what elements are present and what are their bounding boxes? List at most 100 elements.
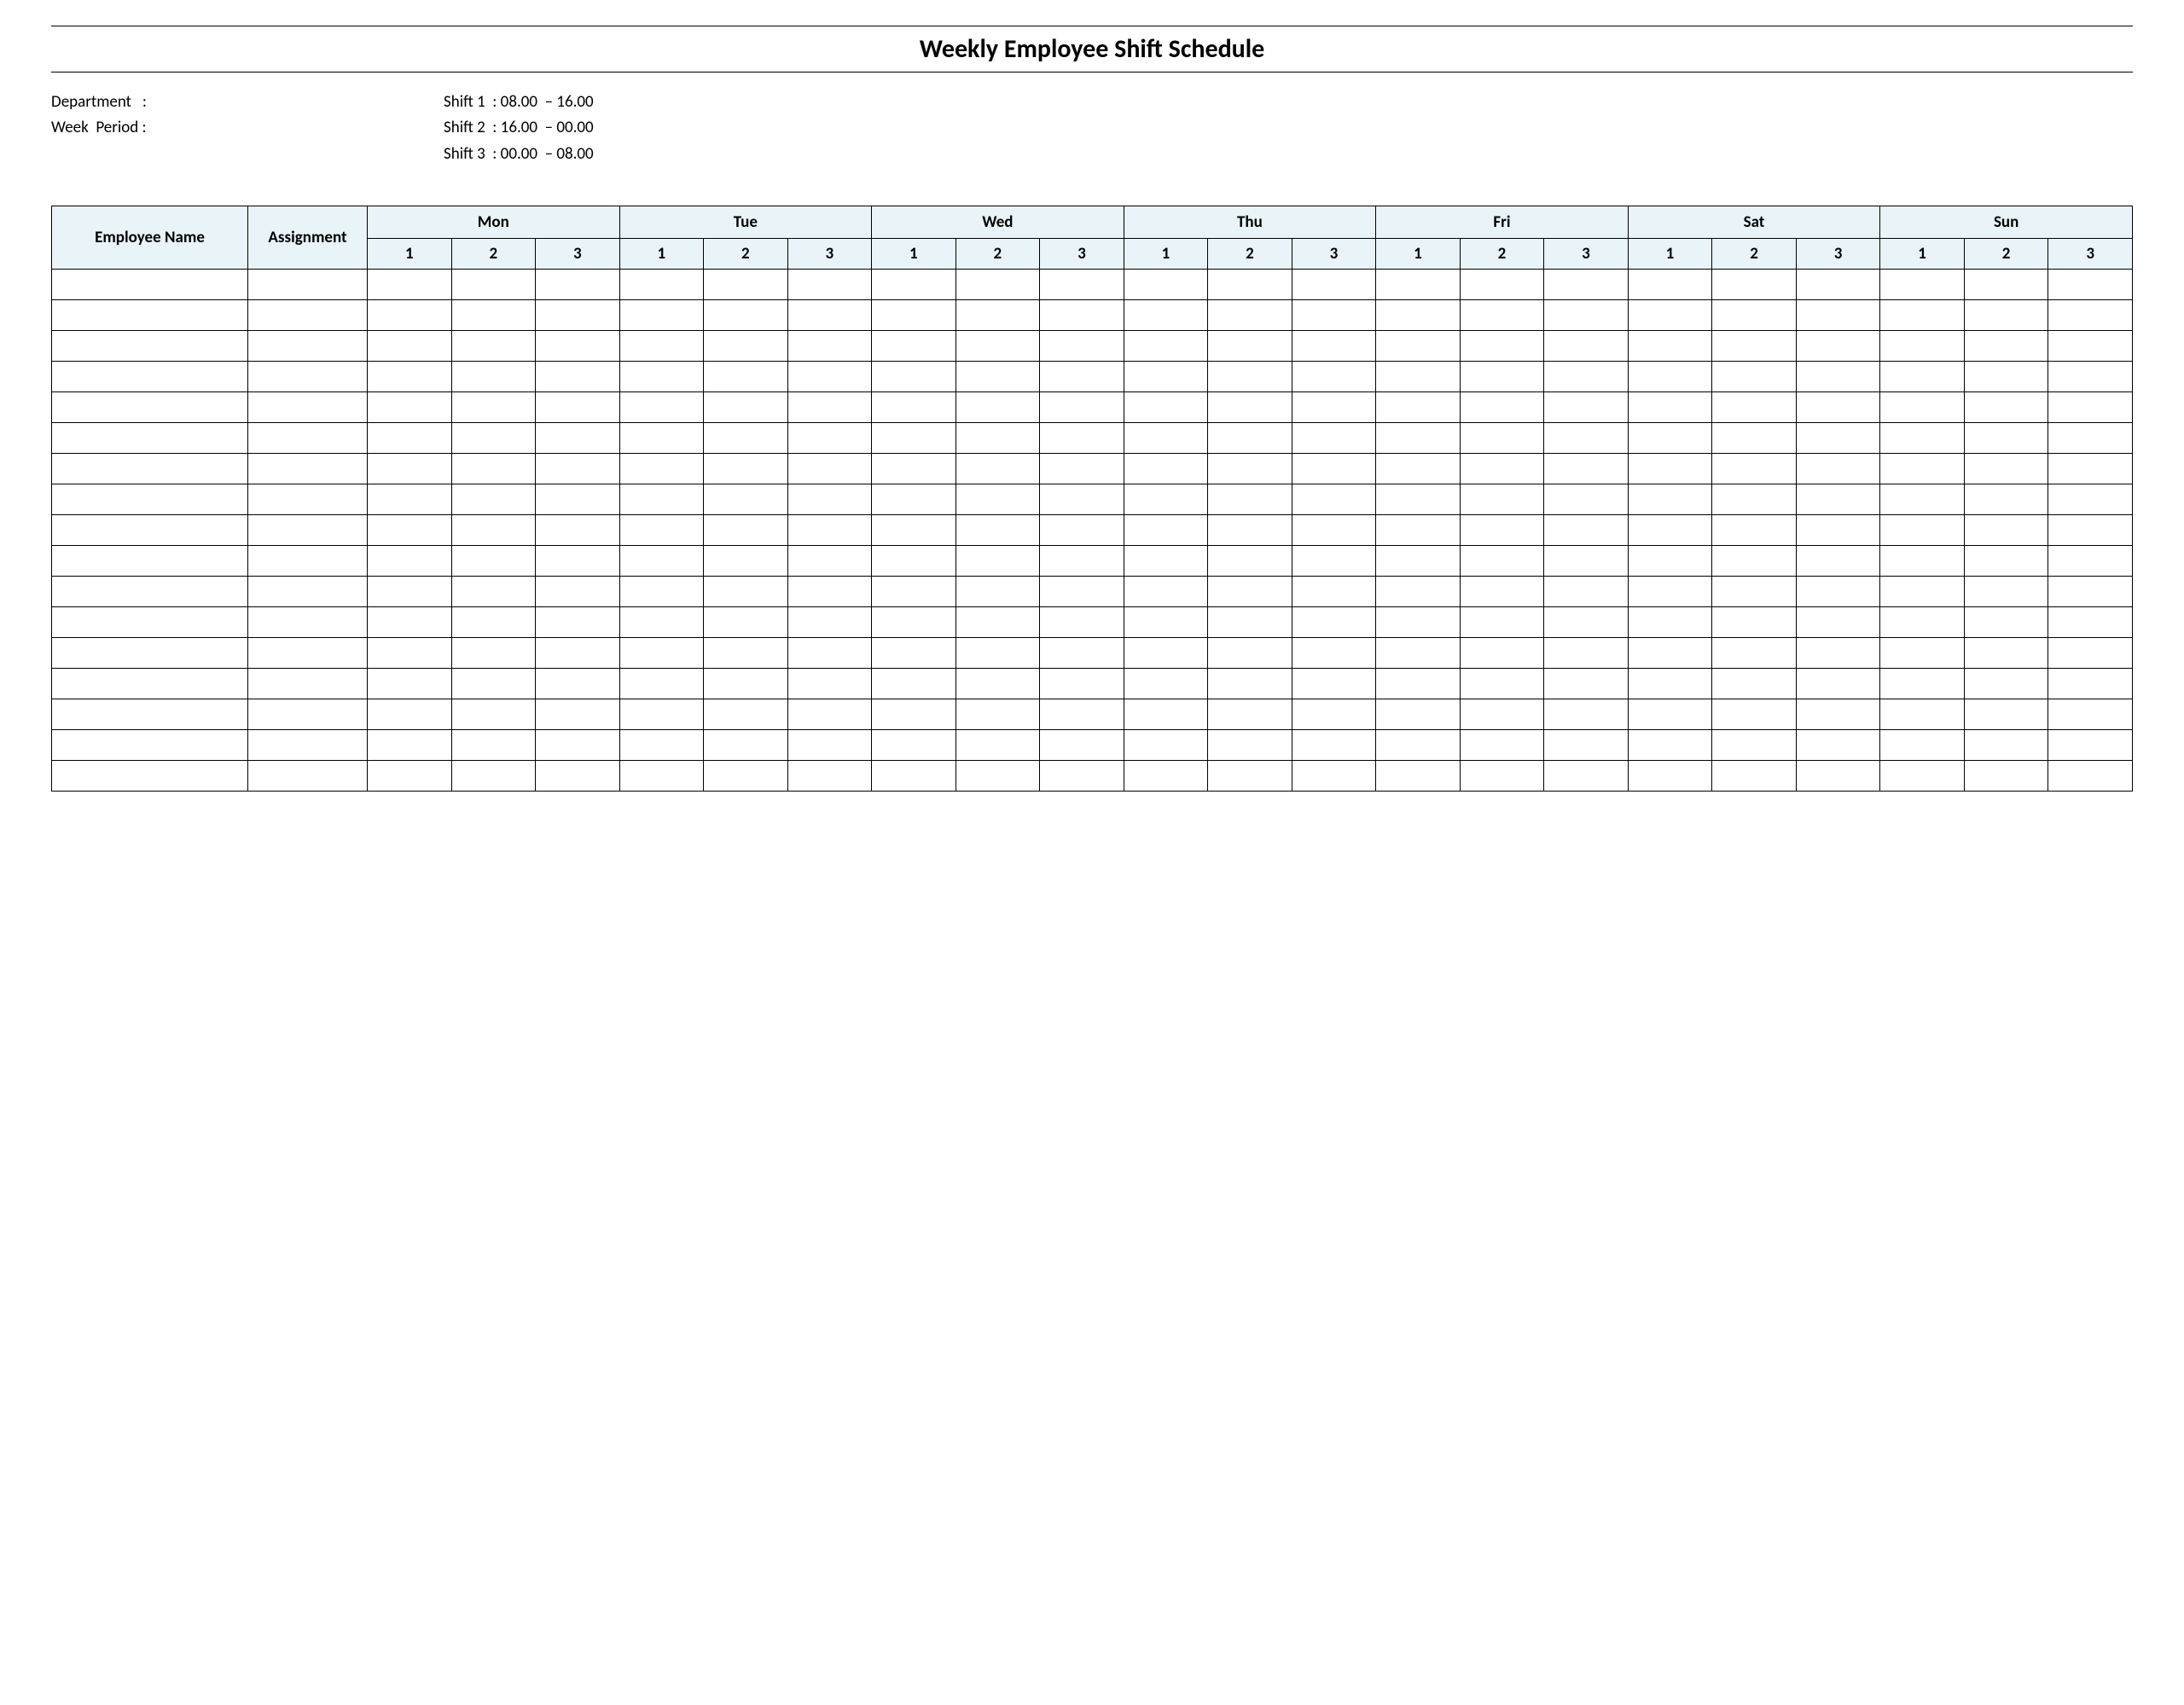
header-shift-number: 1	[1880, 239, 1965, 270]
header-day-sun: Sun	[1880, 206, 2133, 239]
table-cell	[619, 577, 704, 607]
table-cell	[1796, 730, 1880, 761]
table-cell	[1712, 669, 1797, 699]
table-cell	[368, 423, 452, 454]
table-cell	[1544, 730, 1629, 761]
table-cell	[956, 699, 1040, 730]
table-cell	[1544, 300, 1629, 331]
table-cell	[451, 300, 536, 331]
header-shift-number: 2	[1460, 239, 1544, 270]
table-cell	[1544, 331, 1629, 362]
table-cell	[1208, 638, 1292, 669]
table-cell	[1628, 423, 1712, 454]
header-shift-number: 3	[787, 239, 872, 270]
table-cell	[1376, 638, 1461, 669]
header-shift-number: 3	[536, 239, 620, 270]
table-cell	[451, 638, 536, 669]
table-cell	[248, 546, 368, 577]
table-cell	[1880, 730, 1965, 761]
table-cell	[2048, 607, 2133, 638]
table-cell	[368, 577, 452, 607]
table-cell	[872, 761, 956, 792]
table-cell	[1040, 730, 1124, 761]
table-cell	[1040, 392, 1124, 423]
table-cell	[368, 699, 452, 730]
table-cell	[1124, 577, 1208, 607]
table-cell	[536, 577, 620, 607]
table-cell	[1712, 699, 1797, 730]
table-cell	[1376, 392, 1461, 423]
table-cell	[368, 484, 452, 515]
table-cell	[619, 607, 704, 638]
table-cell	[1796, 607, 1880, 638]
table-cell	[1712, 270, 1797, 300]
table-row	[52, 454, 2133, 484]
table-cell	[536, 423, 620, 454]
table-cell	[451, 546, 536, 577]
table-cell	[1292, 362, 1376, 392]
table-cell	[787, 423, 872, 454]
table-cell	[1292, 331, 1376, 362]
table-cell	[2048, 577, 2133, 607]
table-cell	[1712, 300, 1797, 331]
table-cell	[248, 577, 368, 607]
table-cell	[1040, 484, 1124, 515]
table-cell	[1544, 546, 1629, 577]
table-cell	[619, 546, 704, 577]
table-cell	[1712, 730, 1797, 761]
table-cell	[1460, 454, 1544, 484]
table-cell	[368, 300, 452, 331]
table-row	[52, 577, 2133, 607]
header-shift-number: 3	[1544, 239, 1629, 270]
table-cell	[1544, 454, 1629, 484]
table-cell	[1124, 638, 1208, 669]
table-cell	[1376, 699, 1461, 730]
table-cell	[1460, 761, 1544, 792]
table-cell	[1208, 331, 1292, 362]
week-period-row: Week Period :	[51, 115, 444, 141]
table-row	[52, 761, 2133, 792]
table-cell	[1628, 669, 1712, 699]
table-cell	[451, 699, 536, 730]
table-cell	[2048, 484, 2133, 515]
table-cell	[248, 730, 368, 761]
table-cell	[787, 362, 872, 392]
table-cell	[1796, 546, 1880, 577]
table-cell	[1376, 546, 1461, 577]
table-cell	[872, 607, 956, 638]
info-left-column: Department : Week Period :	[51, 90, 444, 167]
table-cell	[956, 607, 1040, 638]
header-shift-number: 3	[2048, 239, 2133, 270]
table-cell	[2048, 331, 2133, 362]
table-cell	[1460, 362, 1544, 392]
table-cell	[1796, 331, 1880, 362]
table-cell	[451, 761, 536, 792]
table-cell	[451, 270, 536, 300]
table-cell	[368, 270, 452, 300]
table-cell	[1628, 607, 1712, 638]
table-cell	[1460, 515, 1544, 546]
table-cell	[1376, 331, 1461, 362]
table-cell	[704, 362, 788, 392]
table-cell	[52, 638, 248, 669]
table-cell	[787, 638, 872, 669]
table-row	[52, 607, 2133, 638]
table-cell	[1292, 484, 1376, 515]
table-cell	[451, 730, 536, 761]
table-cell	[956, 423, 1040, 454]
table-cell	[1040, 300, 1124, 331]
table-cell	[956, 270, 1040, 300]
table-cell	[1208, 423, 1292, 454]
table-cell	[52, 515, 248, 546]
department-row: Department :	[51, 90, 444, 115]
table-cell	[1208, 454, 1292, 484]
table-cell	[451, 515, 536, 546]
table-cell	[787, 270, 872, 300]
table-row	[52, 331, 2133, 362]
table-cell	[956, 392, 1040, 423]
title-block: Weekly Employee Shift Schedule	[51, 26, 2133, 72]
table-cell	[704, 484, 788, 515]
table-cell	[1460, 638, 1544, 669]
table-cell	[1628, 761, 1712, 792]
table-cell	[1544, 699, 1629, 730]
